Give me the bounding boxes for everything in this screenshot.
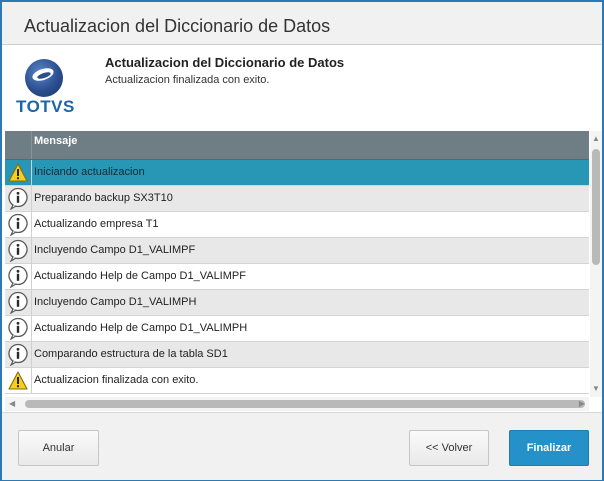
table-row[interactable]: Actualizando Help de Campo D1_VALIMPH	[5, 316, 589, 342]
row-message: Actualizando Help de Campo D1_VALIMPF	[34, 270, 246, 282]
vertical-scrollbar[interactable]: ▲ ▼	[590, 131, 602, 397]
grid-rows: Iniciando actualizacion Preparando backup…	[5, 160, 589, 394]
info-icon	[7, 187, 29, 211]
vertical-scroll-thumb[interactable]	[592, 149, 600, 265]
title-bar: Actualizacion del Diccionario de Datos	[2, 2, 602, 45]
message-grid[interactable]: Mensaje Iniciando actualizacion Preparand…	[5, 131, 589, 397]
table-row[interactable]: Actualizando empresa T1	[5, 212, 589, 238]
grid-icon-column-header	[5, 131, 32, 159]
anular-button[interactable]: Anular	[18, 430, 99, 466]
finalizar-button[interactable]: Finalizar	[509, 430, 589, 466]
scroll-up-arrow-icon[interactable]: ▲	[592, 134, 600, 144]
horizontal-scrollbar[interactable]: ◀ ▶	[5, 397, 589, 411]
horizontal-scroll-thumb[interactable]	[25, 400, 585, 408]
row-icon-cell	[5, 290, 32, 315]
row-icon-cell	[5, 316, 32, 341]
table-row[interactable]: Incluyendo Campo D1_VALIMPF	[5, 238, 589, 264]
grid-header: Mensaje	[5, 131, 589, 160]
row-message: Iniciando actualizacion	[34, 166, 145, 178]
info-icon	[7, 265, 29, 289]
table-row[interactable]: Comparando estructura de la tabla SD1	[5, 342, 589, 368]
row-icon-cell	[5, 212, 32, 237]
scroll-left-arrow-icon[interactable]: ◀	[9, 399, 15, 408]
table-row[interactable]: Preparando backup SX3T10	[5, 186, 589, 212]
info-icon	[7, 291, 29, 315]
info-icon	[7, 239, 29, 263]
table-row[interactable]: Incluyendo Campo D1_VALIMPH	[5, 290, 589, 316]
info-icon	[7, 213, 29, 237]
row-icon-cell	[5, 264, 32, 289]
table-row[interactable]: Actualizando Help de Campo D1_VALIMPF	[5, 264, 589, 290]
table-row[interactable]: Iniciando actualizacion	[5, 160, 589, 186]
dialog-window: Actualizacion del Diccionario de Datos T…	[0, 0, 604, 481]
column-header-mensaje[interactable]: Mensaje	[34, 135, 77, 147]
row-icon-cell	[5, 238, 32, 263]
row-icon-cell	[5, 342, 32, 367]
row-message: Actualizando Help de Campo D1_VALIMPH	[34, 322, 248, 334]
warning-icon	[8, 163, 28, 182]
row-icon-cell	[5, 368, 32, 393]
row-message: Preparando backup SX3T10	[34, 192, 173, 204]
scroll-right-arrow-icon[interactable]: ▶	[579, 399, 585, 408]
row-message: Incluyendo Campo D1_VALIMPH	[34, 296, 197, 308]
header-title: Actualizacion del Diccionario de Datos	[105, 55, 345, 70]
totvs-logo-icon	[25, 59, 63, 97]
row-message: Actualizando empresa T1	[34, 218, 159, 230]
footer-bar: Anular << Volver Finalizar	[2, 412, 602, 480]
scroll-down-arrow-icon[interactable]: ▼	[592, 384, 600, 394]
row-message: Comparando estructura de la tabla SD1	[34, 348, 228, 360]
warning-icon	[8, 371, 28, 390]
info-icon	[7, 317, 29, 341]
volver-button[interactable]: << Volver	[409, 430, 489, 466]
logo-text: TOTVS	[16, 97, 75, 116]
window-title: Actualizacion del Diccionario de Datos	[24, 16, 331, 36]
table-row[interactable]: Actualizacion finalizada con exito.	[5, 368, 589, 394]
header-panel: TOTVS Actualizacion del Diccionario de D…	[2, 45, 602, 131]
info-icon	[7, 343, 29, 367]
totvs-logo: TOTVS	[16, 59, 74, 119]
row-message: Incluyendo Campo D1_VALIMPF	[34, 244, 196, 256]
row-icon-cell	[5, 186, 32, 211]
row-message: Actualizacion finalizada con exito.	[34, 374, 199, 386]
header-subtitle: Actualizacion finalizada con exito.	[105, 74, 270, 86]
row-icon-cell	[5, 160, 32, 185]
